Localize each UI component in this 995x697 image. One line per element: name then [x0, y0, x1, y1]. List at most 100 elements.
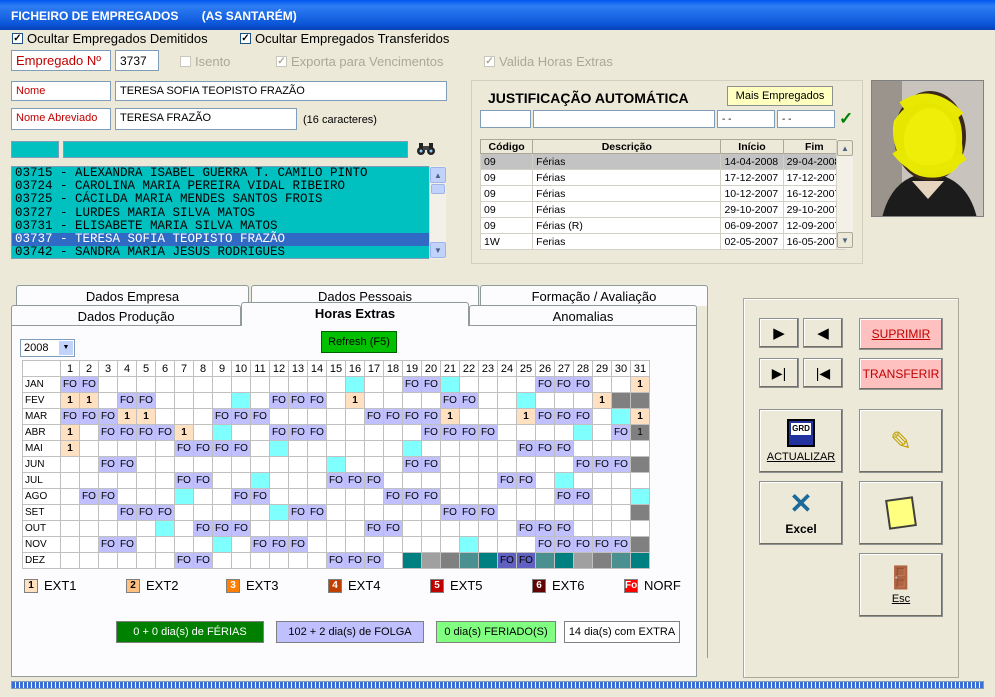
day-cell[interactable] [345, 456, 365, 473]
day-cell[interactable]: FO [573, 408, 593, 425]
day-cell[interactable] [79, 440, 99, 457]
day-cell[interactable]: FO [155, 504, 175, 521]
day-cell[interactable]: FO [98, 408, 118, 425]
day-cell[interactable] [193, 424, 213, 441]
day-cell[interactable] [288, 472, 308, 489]
day-cell[interactable] [212, 392, 232, 409]
day-cell[interactable]: FO [611, 536, 631, 553]
day-cell[interactable] [193, 536, 213, 553]
day-cell[interactable] [421, 440, 441, 457]
exempt-checkbox[interactable]: Isento [180, 54, 230, 69]
day-cell[interactable]: FO [364, 408, 384, 425]
day-cell[interactable] [250, 424, 270, 441]
day-cell[interactable] [630, 504, 650, 521]
hide-dismissed-checkbox[interactable]: ✓ Ocultar Empregados Demitidos [12, 31, 208, 46]
day-cell[interactable]: FO [326, 472, 346, 489]
day-cell[interactable]: FO [174, 440, 194, 457]
day-cell[interactable] [174, 456, 194, 473]
day-cell[interactable] [79, 472, 99, 489]
day-cell[interactable] [345, 536, 365, 553]
day-cell[interactable]: 1 [440, 408, 460, 425]
tab-dados-producao[interactable]: Dados Produção [11, 305, 241, 326]
day-cell[interactable]: FO [117, 392, 137, 409]
transfer-button[interactable]: TRANSFERIR [859, 358, 943, 390]
day-cell[interactable]: FO [98, 456, 118, 473]
day-cell[interactable] [516, 376, 536, 393]
day-cell[interactable] [573, 520, 593, 537]
day-cell[interactable]: FO [117, 536, 137, 553]
day-cell[interactable]: FO [573, 536, 593, 553]
day-cell[interactable] [98, 472, 118, 489]
day-cell[interactable] [269, 552, 289, 569]
day-cell[interactable] [193, 504, 213, 521]
day-cell[interactable] [478, 408, 498, 425]
day-cell[interactable] [421, 472, 441, 489]
list-item[interactable]: 03727 - LURDES MARIA SILVA MATOS [15, 206, 432, 220]
table-row[interactable]: 1W Ferias 02-05-2007 16-05-2007 [479, 233, 847, 250]
day-cell[interactable] [136, 376, 156, 393]
just-description-input[interactable] [533, 110, 715, 128]
excel-button[interactable]: ✕ Excel [759, 481, 843, 545]
day-cell[interactable] [326, 424, 346, 441]
day-cell[interactable]: FO [516, 520, 536, 537]
day-cell[interactable]: FO [174, 552, 194, 569]
day-cell[interactable]: FO [592, 536, 612, 553]
day-cell[interactable] [573, 472, 593, 489]
day-cell[interactable] [60, 472, 80, 489]
day-cell[interactable] [79, 536, 99, 553]
day-cell[interactable]: 1 [79, 392, 99, 409]
day-cell[interactable]: FO [250, 408, 270, 425]
day-cell[interactable] [554, 456, 574, 473]
day-cell[interactable] [345, 376, 365, 393]
day-cell[interactable]: FO [611, 424, 631, 441]
day-cell[interactable] [497, 488, 517, 505]
day-cell[interactable] [212, 552, 232, 569]
day-cell[interactable] [136, 536, 156, 553]
day-cell[interactable]: FO [193, 552, 213, 569]
day-cell[interactable] [212, 504, 232, 521]
day-cell[interactable] [402, 552, 422, 569]
day-cell[interactable]: FO [592, 456, 612, 473]
day-cell[interactable] [611, 440, 631, 457]
day-cell[interactable] [364, 376, 384, 393]
day-cell[interactable] [212, 472, 232, 489]
day-cell[interactable] [535, 504, 555, 521]
day-cell[interactable]: FO [554, 408, 574, 425]
day-cell[interactable] [478, 440, 498, 457]
day-cell[interactable] [478, 488, 498, 505]
day-cell[interactable] [630, 520, 650, 537]
day-cell[interactable]: FO [136, 424, 156, 441]
day-cell[interactable] [269, 376, 289, 393]
export-wages-checkbox[interactable]: ✓ Exporta para Vencimentos [276, 54, 443, 69]
day-cell[interactable]: FO [364, 472, 384, 489]
day-cell[interactable] [288, 376, 308, 393]
day-cell[interactable]: FO [269, 536, 289, 553]
day-cell[interactable]: FO [383, 520, 403, 537]
scroll-down-icon[interactable]: ▼ [837, 232, 853, 248]
day-cell[interactable] [592, 472, 612, 489]
day-cell[interactable] [155, 488, 175, 505]
day-cell[interactable] [231, 456, 251, 473]
day-cell[interactable] [60, 456, 80, 473]
day-cell[interactable]: 1 [630, 424, 650, 441]
day-cell[interactable] [155, 392, 175, 409]
day-cell[interactable]: 1 [60, 392, 80, 409]
employee-number-field[interactable]: 3737 [115, 50, 159, 71]
day-cell[interactable] [497, 536, 517, 553]
day-cell[interactable] [459, 456, 479, 473]
delete-button[interactable]: SUPRIMIR [859, 318, 943, 350]
just-code-input[interactable] [480, 110, 531, 128]
day-cell[interactable] [459, 536, 479, 553]
day-cell[interactable] [250, 552, 270, 569]
day-cell[interactable] [60, 488, 80, 505]
day-cell[interactable]: FO [117, 504, 137, 521]
day-cell[interactable] [288, 440, 308, 457]
day-cell[interactable] [155, 376, 175, 393]
day-cell[interactable]: FO [535, 536, 555, 553]
employee-list-scrollbar[interactable]: ▲ ▼ [429, 166, 446, 259]
day-cell[interactable] [611, 552, 631, 569]
day-cell[interactable]: FO [535, 440, 555, 457]
day-cell[interactable] [117, 520, 137, 537]
day-cell[interactable] [79, 504, 99, 521]
day-cell[interactable] [193, 456, 213, 473]
